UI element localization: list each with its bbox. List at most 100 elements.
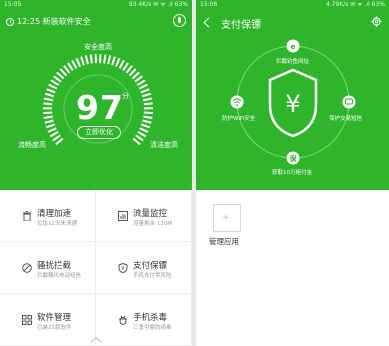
- gauge-tick: [118, 59, 125, 69]
- gauge-tick: [111, 56, 116, 66]
- shield-icon: ¥: [118, 263, 128, 273]
- gauge-tick: [132, 137, 141, 146]
- page-title: 支付保镖: [221, 20, 261, 31]
- feature-name: 流量监控: [133, 209, 168, 219]
- gauge-tick: [56, 71, 65, 80]
- gauge-tick: [107, 55, 112, 65]
- svg-text:e: e: [291, 43, 296, 51]
- manage-apps-label[interactable]: 管理应用: [209, 236, 239, 247]
- gauge-tick: [43, 115, 53, 119]
- gauge-tick: [134, 75, 143, 83]
- score-unit: 分: [122, 92, 129, 100]
- gauge-tick: [53, 75, 62, 83]
- gauge-tick: [142, 119, 152, 124]
- gauge-tick: [128, 68, 137, 77]
- feature-desc: 三重引擎防病毒: [133, 325, 172, 331]
- feature-app-manager[interactable]: 软件管理 已装21款软件: [0, 294, 96, 346]
- gauge-tick: [143, 111, 153, 115]
- bug-icon: [119, 315, 127, 325]
- status-time: 15:06: [200, 1, 218, 8]
- node-label-phishing: 拦截钓鱼网址: [276, 59, 310, 65]
- placeholder-app-icon: +: [222, 213, 230, 223]
- yuan-symbol: ¥: [285, 90, 300, 118]
- gauge-tick: [140, 123, 151, 129]
- block-icon: [22, 263, 32, 273]
- gauge-tick: [138, 83, 148, 90]
- gauge-tick: [139, 127, 149, 133]
- feature-cleanup[interactable]: 清理加速 垃圾12天未清理: [0, 190, 96, 242]
- gauge-tick: [46, 88, 56, 94]
- gauge-tick: [141, 92, 152, 98]
- manage-apps-tile[interactable]: +: [213, 204, 241, 232]
- back-arrow-icon[interactable]: [203, 17, 214, 28]
- gauge-tick: [55, 137, 64, 146]
- gauge-tick: [143, 102, 153, 106]
- gauge-tick: [48, 83, 58, 90]
- status-header: 15:05 93.4K/s ✉ ᯤ .ıl 63% 12:25 新装软件安全 9…: [0, 0, 192, 190]
- gauge-tick: [43, 102, 53, 106]
- gauge-tick: [67, 62, 74, 72]
- gauge-tick: [52, 134, 61, 142]
- feature-name: 手机杀毒: [133, 313, 168, 323]
- optimize-button[interactable]: 立即优化: [77, 126, 121, 139]
- gear-icon[interactable]: [371, 16, 382, 27]
- gauge-tick: [44, 119, 54, 124]
- gauge-tick: [47, 127, 57, 133]
- svg-text:¥: ¥: [121, 266, 124, 272]
- gauge-tick: [140, 88, 150, 94]
- gauge-tick: [59, 68, 68, 77]
- trash-icon: [23, 211, 31, 221]
- gauge-label-clean: 清洁度高: [150, 141, 178, 149]
- gauge-tick: [122, 62, 129, 72]
- gauge-tick: [136, 79, 146, 86]
- feature-name: 软件管理: [37, 313, 72, 323]
- bar-chart-icon: [118, 211, 128, 221]
- gauge-tick: [89, 54, 93, 64]
- gauge-tick: [80, 56, 85, 66]
- gauge-tick: [131, 71, 140, 80]
- payment-guard-screen: 15:06 4.79K/s ✉ ᯤ .ıl 63% 支付保镖 ¥ e 保 拦截钓…: [196, 0, 389, 346]
- chevron-up-icon[interactable]: [90, 337, 102, 343]
- svg-text:保: 保: [289, 154, 298, 163]
- gauge-tick: [125, 65, 133, 74]
- feature-desc: 垃圾12天未清理: [37, 221, 77, 227]
- gauge-tick: [75, 57, 81, 68]
- gauge-tick: [103, 54, 107, 64]
- gauge-tick: [50, 79, 60, 86]
- message-node-icon: [342, 95, 356, 109]
- feature-name: 清理加速: [37, 209, 72, 219]
- feature-desc: 已装21款软件: [37, 325, 72, 331]
- gauge-tick: [142, 97, 153, 102]
- feature-harassment-block[interactable]: 骚扰拦截 拦截骚扰电话短信: [0, 242, 96, 294]
- gauge-tick: [143, 115, 153, 119]
- gauge-tick: [45, 123, 56, 129]
- gauge-tick: [137, 130, 147, 138]
- node-label-sms: 保护交易短信: [329, 116, 363, 122]
- feature-desc: 流量剩余 110M: [133, 221, 172, 227]
- gauge-tick: [115, 57, 121, 68]
- node-label-wifi: 防护WiFi安全: [222, 116, 256, 122]
- feature-payment-guard[interactable]: ¥ 支付保镖 手机支付零风险: [96, 242, 192, 294]
- gauge-label-safety: 安全度高: [84, 43, 112, 51]
- gauge-tick: [44, 92, 55, 98]
- protection-diagram: ¥ e 保: [230, 39, 356, 165]
- payment-guard-header: 15:06 4.79K/s ✉ ᯤ .ıl 63% 支付保镖 ¥ e 保 拦截钓…: [196, 0, 389, 190]
- gauge-tick: [43, 111, 53, 115]
- feature-name: 骚扰拦截: [37, 261, 72, 271]
- gauge-tick: [135, 134, 144, 142]
- feature-traffic-monitor[interactable]: 流量监控 流量剩余 110M: [96, 190, 192, 242]
- feature-name: 支付保镖: [133, 261, 168, 271]
- gauge-tick: [71, 59, 78, 69]
- apps-icon: [22, 315, 32, 325]
- feature-antivirus[interactable]: 手机杀毒 三重引擎防病毒: [96, 294, 192, 346]
- gauge-tick: [63, 65, 71, 74]
- security-home-screen: 15:05 93.4K/s ✉ ᯤ .ıl 63% 12:25 新装软件安全 9…: [0, 0, 192, 346]
- node-label-compensation: 获取10万赔付金: [272, 170, 312, 176]
- feature-desc: 拦截骚扰电话短信: [37, 273, 82, 279]
- gauge-tick: [49, 130, 59, 138]
- gauge-tick: [43, 97, 54, 102]
- status-indicators: 4.79K/s ✉ ᯤ .ıl 63%: [325, 1, 385, 8]
- status-bar: 15:06 4.79K/s ✉ ᯤ .ıl 63%: [196, 0, 389, 10]
- security-score: 97: [76, 88, 124, 127]
- gauge-label-smooth: 流畅度高: [18, 141, 46, 149]
